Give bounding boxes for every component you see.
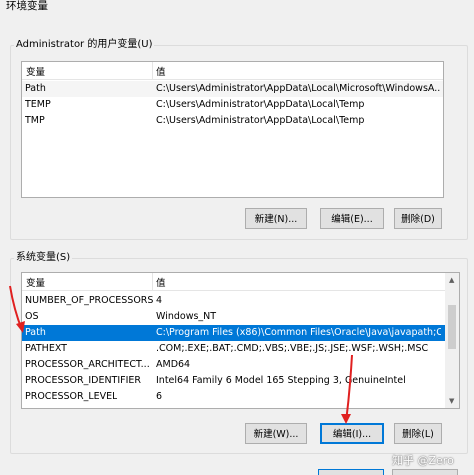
- var-value: C:\Program Files (x86)\Common Files\Orac…: [156, 327, 441, 338]
- table-row-selected[interactable]: Path C:\Program Files (x86)\Common Files…: [22, 325, 445, 341]
- var-name: Path: [25, 327, 46, 338]
- table-row[interactable]: NUMBER_OF_PROCESSORS 4: [22, 293, 445, 309]
- var-name: PROCESSOR_IDENTIFIER: [25, 375, 142, 386]
- user-edit-button[interactable]: 编辑(E)...: [320, 208, 384, 229]
- table-row[interactable]: TEMP C:\Users\Administrator\AppData\Loca…: [22, 97, 443, 113]
- vertical-scrollbar[interactable]: ▲ ▼: [445, 273, 459, 408]
- table-row[interactable]: PROCESSOR_IDENTIFIER Intel64 Family 6 Mo…: [22, 373, 445, 389]
- var-value: .COM;.EXE;.BAT;.CMD;.VBS;.VBE;.JS;.JSE;.…: [156, 343, 429, 354]
- user-vars-legend: Administrator 的用户变量(U): [14, 38, 155, 52]
- column-header-name[interactable]: 变量: [26, 64, 45, 78]
- table-row[interactable]: PROCESSOR_LEVEL 6: [22, 389, 445, 405]
- system-vars-legend: 系统变量(S): [14, 251, 73, 265]
- var-value: Intel64 Family 6 Model 165 Stepping 3, G…: [156, 375, 406, 386]
- table-row[interactable]: PATHEXT .COM;.EXE;.BAT;.CMD;.VBS;.VBE;.J…: [22, 341, 445, 357]
- scroll-down-arrow-icon[interactable]: ▼: [449, 397, 454, 405]
- var-value: 6: [156, 391, 163, 402]
- scrollbar-thumb[interactable]: [448, 305, 456, 349]
- system-edit-button[interactable]: 编辑(I)...: [320, 423, 384, 444]
- system-vars-list[interactable]: 变量 值 NUMBER_OF_PROCESSORS 4 OS Windows_N…: [21, 272, 460, 409]
- user-delete-button[interactable]: 删除(D): [394, 208, 442, 229]
- table-row[interactable]: TMP C:\Users\Administrator\AppData\Local…: [22, 113, 443, 129]
- system-delete-button[interactable]: 删除(L): [394, 423, 442, 444]
- table-row[interactable]: PROCESSOR_ARCHITECT... AMD64: [22, 357, 445, 373]
- table-row[interactable]: OS Windows_NT: [22, 309, 445, 325]
- user-vars-list[interactable]: 变量 值 Path C:\Users\Administrator\AppData…: [21, 61, 444, 198]
- watermark: 知乎 @Zero: [392, 454, 454, 467]
- cancel-button-partial[interactable]: [392, 469, 458, 475]
- column-header-value[interactable]: 值: [156, 275, 166, 289]
- var-value: 4: [156, 295, 163, 306]
- scroll-up-arrow-icon[interactable]: ▲: [449, 276, 454, 284]
- var-name: NUMBER_OF_PROCESSORS: [25, 295, 154, 306]
- user-new-button[interactable]: 新建(N)...: [245, 208, 307, 229]
- window-title: 环境变量: [6, 0, 48, 12]
- var-name: TMP: [25, 115, 45, 126]
- var-name: Path: [25, 83, 46, 94]
- var-name: TEMP: [25, 99, 51, 110]
- var-name: PROCESSOR_LEVEL: [25, 391, 118, 402]
- var-value: C:\Users\Administrator\AppData\Local\Tem…: [156, 115, 365, 126]
- var-value: C:\Users\Administrator\AppData\Local\Mic…: [156, 83, 440, 94]
- user-vars-header: 变量 值: [22, 62, 443, 80]
- var-value: AMD64: [156, 359, 191, 370]
- var-name: PROCESSOR_ARCHITECT...: [25, 359, 150, 370]
- var-name: PATHEXT: [25, 343, 67, 354]
- ok-button-partial[interactable]: [318, 469, 384, 475]
- table-row[interactable]: Path C:\Users\Administrator\AppData\Loca…: [22, 81, 443, 97]
- system-vars-header: 变量 值: [22, 273, 445, 291]
- system-new-button[interactable]: 新建(W)...: [245, 423, 307, 444]
- var-name: OS: [25, 311, 39, 322]
- var-value: C:\Users\Administrator\AppData\Local\Tem…: [156, 99, 365, 110]
- column-header-value[interactable]: 值: [156, 64, 166, 78]
- column-header-name[interactable]: 变量: [26, 275, 45, 289]
- var-value: Windows_NT: [156, 311, 217, 322]
